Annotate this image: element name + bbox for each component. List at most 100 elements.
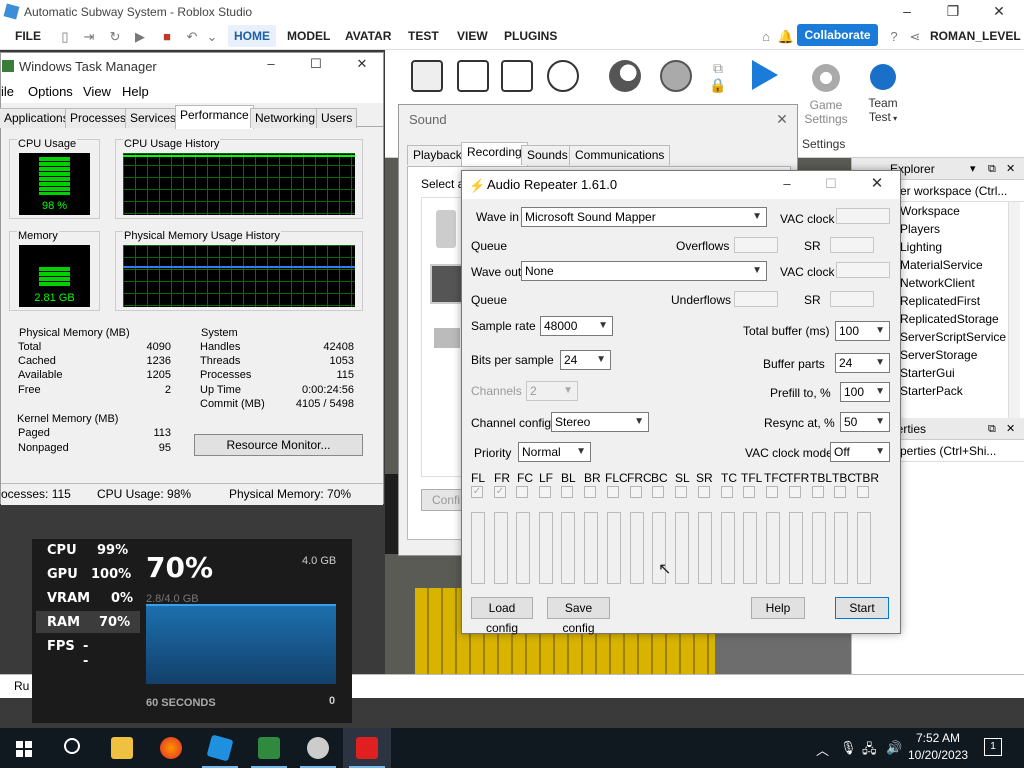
overlay-vram[interactable]: VRAM 0% [47, 591, 133, 606]
search-button[interactable] [48, 728, 96, 768]
overlay-ram[interactable]: RAM 70% [47, 615, 130, 630]
channel-config-select[interactable]: Stereo ▼ [551, 412, 649, 432]
help-icon[interactable]: ? [885, 28, 903, 46]
ribbon-ui[interactable] [501, 60, 533, 98]
prefill-select[interactable]: 100 ▼ [840, 382, 890, 402]
menu-test[interactable]: TEST [408, 29, 439, 43]
total-buffer-select[interactable]: 100 ▼ [835, 321, 890, 341]
tab-users[interactable]: Users [316, 108, 358, 128]
start-button[interactable]: Start [835, 597, 889, 619]
taskbar-roblox-studio[interactable] [196, 728, 244, 768]
wave-out-select[interactable]: None ▼ [521, 261, 767, 281]
ribbon-color[interactable] [660, 60, 692, 98]
collaborate-button[interactable]: Collaborate [797, 24, 878, 46]
maximize-button[interactable]: ❐ [930, 0, 976, 24]
explorer-undock-icon[interactable]: ⧉ [988, 158, 996, 180]
taskbar-audio-repeater[interactable] [343, 728, 391, 768]
ribbon-group-lock[interactable]: ⧉ 🔒 [707, 60, 729, 106]
tab-networking[interactable]: Networking [250, 108, 321, 128]
sample-rate-select[interactable]: 48000 ▼ [540, 316, 613, 336]
vac-clock-mode-select[interactable]: Off ▼ [830, 442, 890, 462]
ar-minimize-button[interactable]: – [764, 173, 810, 197]
load-config-button[interactable]: Load config [471, 597, 533, 635]
menu-avatar[interactable]: AVATAR [345, 29, 391, 43]
tab-playback[interactable]: Playback [407, 145, 468, 165]
username[interactable]: ROMAN_LEVEL [930, 29, 1021, 43]
close-button[interactable]: ✕ [976, 0, 1022, 24]
overlay-fps[interactable]: FPS -- [47, 639, 88, 669]
tree-item-starterpack[interactable]: StarterPack [900, 384, 963, 398]
sound-close-button[interactable]: ✕ [759, 108, 805, 132]
ar-close-button[interactable]: ✕ [854, 173, 900, 197]
microphone-icon[interactable]: 🎙 [840, 740, 857, 756]
tab-performance[interactable]: Performance [175, 105, 254, 129]
share-icon[interactable]: ⋖ [906, 28, 924, 46]
menu-plugins[interactable]: PLUGINS [504, 29, 557, 43]
buffer-parts-select[interactable]: 24 ▼ [835, 353, 890, 373]
game-settings-button[interactable]: Game Settings [801, 64, 851, 126]
ribbon-test-play[interactable] [752, 60, 778, 96]
ribbon-import[interactable] [547, 60, 579, 98]
ribbon-part[interactable] [457, 60, 489, 98]
resync-select[interactable]: 50 ▼ [840, 412, 890, 432]
stop-icon[interactable]: ■ [158, 28, 176, 46]
tree-item-replicatedfirst[interactable]: ReplicatedFirst [900, 294, 980, 308]
open-file-icon[interactable]: ⇥ [80, 28, 98, 46]
tree-item-players[interactable]: Players [900, 222, 940, 236]
undo-icon[interactable]: ↶ [183, 28, 201, 46]
overlay-cpu[interactable]: CPU 99% [47, 543, 128, 558]
menu-model[interactable]: MODEL [287, 29, 330, 43]
tray-expand-icon[interactable]: ︿ [816, 740, 829, 759]
bits-per-sample-select[interactable]: 24 ▼ [560, 350, 611, 370]
team-test-button[interactable]: Team Test ▾ [863, 64, 903, 124]
tab-sounds[interactable]: Sounds [521, 145, 574, 165]
properties-undock-icon[interactable]: ⧉ [988, 418, 996, 440]
volume-icon[interactable]: 🔊 [886, 740, 902, 756]
tm-close-button[interactable]: ✕ [339, 53, 385, 77]
menu-home[interactable]: HOME [228, 25, 276, 47]
help-button[interactable]: Help [751, 597, 805, 619]
tree-item-serverscriptservice[interactable]: ServerScriptService [900, 330, 1006, 344]
start-button[interactable] [0, 728, 48, 768]
tree-item-materialservice[interactable]: MaterialService [900, 258, 983, 272]
minimize-button[interactable]: – [884, 0, 930, 24]
tm-minimize-button[interactable]: – [248, 53, 294, 77]
ribbon-tool[interactable] [411, 60, 443, 98]
explorer-scrollbar[interactable] [1008, 202, 1020, 428]
tm-menu-options[interactable]: Options [28, 84, 73, 99]
tree-item-startergui[interactable]: StarterGui [900, 366, 955, 380]
save-config-button[interactable]: Save config [547, 597, 610, 635]
priority-select[interactable]: Normal ▼ [518, 442, 591, 462]
ribbon-material[interactable] [609, 60, 641, 98]
resource-monitor-button[interactable]: Resource Monitor... [194, 434, 363, 456]
home-icon[interactable]: ⌂ [757, 28, 775, 46]
explorer-dropdown-icon[interactable]: ▾ [970, 158, 976, 180]
network-icon[interactable]: 🖧 [862, 740, 877, 762]
wave-in-select[interactable]: Microsoft Sound Mapper ▼ [521, 207, 767, 227]
explorer-close-icon[interactable]: ✕ [1006, 158, 1015, 180]
clock[interactable]: 7:52 AM 10/20/2023 [908, 731, 968, 762]
new-file-icon[interactable]: ▯ [56, 28, 74, 46]
tab-services[interactable]: Services [125, 108, 182, 128]
overlay-gpu[interactable]: GPU 100% [47, 567, 131, 582]
tm-maximize-button[interactable]: ☐ [293, 53, 339, 77]
tm-menu-file[interactable]: ile [1, 84, 14, 99]
tab-recording[interactable]: Recording [461, 142, 528, 166]
tree-item-lighting[interactable]: Lighting [900, 240, 942, 254]
notification-center-icon[interactable]: 1 [984, 738, 1002, 756]
notification-bell-icon[interactable]: 🔔 [777, 28, 795, 46]
tree-item-workspace[interactable]: Workspace [900, 204, 960, 218]
taskbar-file-explorer[interactable] [98, 728, 146, 768]
tree-item-serverstorage[interactable]: ServerStorage [900, 348, 977, 362]
taskbar-sound[interactable] [294, 728, 342, 768]
tab-processes[interactable]: Processes [65, 108, 132, 128]
tm-menu-help[interactable]: Help [122, 84, 149, 99]
tree-item-networkclient[interactable]: NetworkClient [900, 276, 975, 290]
tab-communications[interactable]: Communications [569, 145, 671, 165]
tab-applications[interactable]: Applications [0, 108, 74, 128]
menu-view[interactable]: VIEW [457, 29, 488, 43]
taskbar-firefox[interactable] [147, 728, 195, 768]
menu-file[interactable]: FILE [15, 29, 41, 43]
tm-menu-view[interactable]: View [83, 84, 111, 99]
dropdown-icon[interactable]: ⌄ [203, 28, 221, 46]
